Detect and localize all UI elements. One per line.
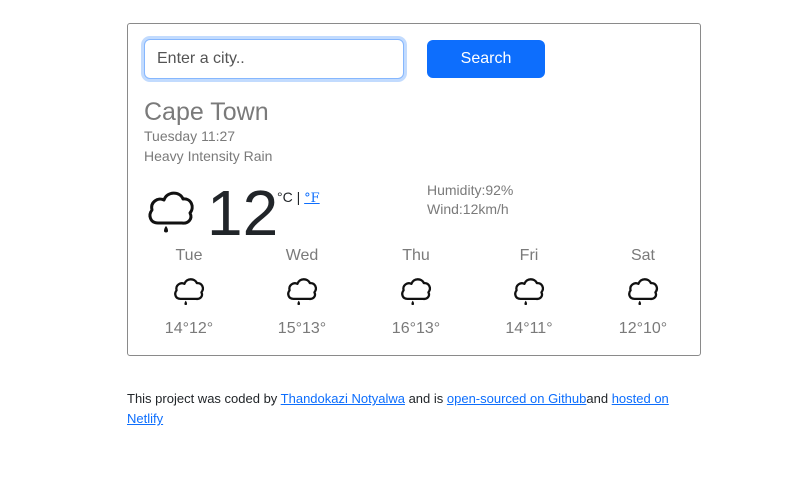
rain-cloud-icon	[287, 278, 317, 306]
footer-text: and is	[404, 391, 447, 406]
current-temperature: 12	[207, 177, 279, 249]
humidity-value: Humidity:92%	[427, 182, 514, 198]
city-search-input[interactable]	[144, 39, 404, 79]
rain-cloud-icon	[514, 278, 544, 306]
forecast-temps: 14°12°	[164, 320, 214, 337]
author-link[interactable]: Thandokazi Notyalwa	[281, 391, 405, 406]
forecast-day: Thu 16°13°	[361, 247, 471, 338]
unit-toggle: °C | °F	[277, 189, 320, 206]
forecast-day-name: Tue	[175, 247, 203, 264]
wind-value: Wind:12km/h	[427, 201, 509, 217]
rain-cloud-icon	[628, 278, 658, 306]
search-button[interactable]: Search	[427, 40, 545, 78]
footer-text: and	[586, 391, 612, 406]
unit-separator: |	[296, 189, 301, 205]
forecast-day-name: Wed	[285, 247, 319, 264]
forecast-day-name: Thu	[402, 247, 430, 264]
forecast-day: Sat 12°10°	[588, 247, 698, 338]
forecast-temps: 12°10°	[618, 320, 668, 337]
forecast-temps: 14°11°	[505, 320, 553, 337]
fahrenheit-link[interactable]: °F	[304, 191, 320, 206]
celsius-unit: °C	[277, 189, 293, 205]
weather-description: Heavy Intensity Rain	[144, 148, 273, 164]
current-datetime: Tuesday 11:27	[144, 128, 236, 144]
forecast-day: Tue 14°12°	[134, 247, 244, 338]
footer-text: This project was coded by	[127, 391, 281, 406]
forecast-day-name: Fri	[519, 247, 539, 264]
forecast-day-name: Sat	[630, 247, 655, 264]
github-link[interactable]: open-sourced on Github	[447, 391, 586, 406]
rain-cloud-icon	[401, 278, 431, 306]
forecast-temps: 16°13°	[391, 320, 441, 337]
weather-card: Search Cape Town Tuesday 11:27 Heavy Int…	[127, 23, 701, 356]
forecast-day: Fri 14°11°	[474, 247, 584, 338]
city-name: Cape Town	[144, 98, 269, 126]
forecast-temps: 15°13°	[277, 320, 327, 337]
page-footer: This project was coded by Thandokazi Not…	[127, 389, 687, 429]
forecast-day: Wed 15°13°	[247, 247, 357, 338]
rain-cloud-icon	[174, 278, 204, 306]
forecast-list: Tue 14°12° Wed 15°13° Thu 16°13° Fri 14°…	[132, 247, 698, 347]
rain-cloud-icon	[148, 191, 194, 233]
